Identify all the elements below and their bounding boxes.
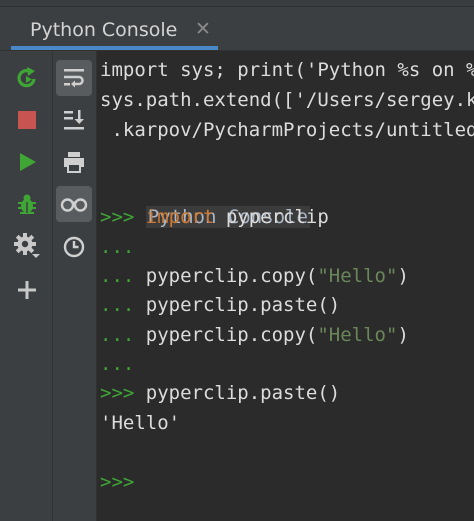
console-line: >>> pyperclip.paste() [100, 379, 340, 408]
history-icon [63, 236, 85, 258]
code: pyperclip.paste() [134, 382, 341, 404]
tab-bar: Python Console ✕ [0, 0, 474, 51]
console-output[interactable]: import sys; print('Python %s on %s' % (s… [97, 51, 474, 521]
settings-icon [14, 233, 40, 258]
soft-wrap-icon [64, 69, 84, 88]
scroll-to-end-icon [64, 110, 84, 130]
code: pyperclip.paste() [134, 294, 341, 316]
console-line: ... pyperclip.copy("Hello") [100, 262, 409, 291]
continuation-prompt: ... [100, 236, 135, 258]
tab-label: Python Console [30, 19, 178, 41]
console-line: ... pyperclip.copy("Hello") [100, 321, 409, 350]
console-line: ... [100, 350, 134, 379]
console-input-line[interactable]: >>> [100, 468, 134, 497]
startup-line: .karpov/PycharmProjects/untitled [100, 119, 474, 141]
console-line: ... pyperclip.paste() [100, 291, 340, 320]
close-icon[interactable]: ✕ [195, 18, 211, 40]
show-variables-button[interactable] [56, 186, 92, 222]
show-variables-icon [60, 198, 88, 212]
main-prompt: >>> [100, 206, 135, 228]
main-prompt: >>> [100, 471, 135, 493]
run-icon [20, 153, 36, 171]
continuation-prompt: ... [100, 324, 135, 346]
tab-python-console[interactable]: Python Console ✕ [11, 10, 218, 50]
toolbar-divider [52, 51, 53, 521]
debug-icon [18, 194, 36, 214]
history-button[interactable] [56, 229, 92, 265]
rerun-button[interactable] [9, 60, 45, 96]
console-label-line: Python Console [100, 174, 310, 228]
continuation-prompt: ... [100, 294, 135, 316]
settings-button[interactable] [9, 228, 45, 264]
string-literal: "Hello" [317, 265, 398, 287]
string-literal: "Hello" [317, 324, 398, 346]
code: pyperclip.copy( [134, 324, 318, 346]
continuation-prompt: ... [100, 353, 135, 375]
active-tab-indicator [11, 46, 218, 50]
code: ) [397, 265, 409, 287]
main-prompt: >>> [100, 382, 135, 404]
code: pyperclip.copy( [134, 265, 318, 287]
stop-button[interactable] [9, 102, 45, 138]
stop-icon [18, 111, 36, 129]
print-button[interactable] [56, 144, 92, 180]
scroll-to-end-button[interactable] [56, 102, 92, 138]
keyword: import [145, 206, 215, 228]
continuation-prompt: ... [100, 265, 135, 287]
rerun-icon [17, 67, 36, 88]
console-line: >>> import pyperclip [100, 203, 329, 232]
debug-button[interactable] [9, 186, 45, 222]
startup-line: sys.path.extend(['/Users/sergey.karpov/P… [100, 89, 474, 111]
tab-bar-top-strip [0, 0, 474, 7]
print-icon [64, 152, 84, 173]
startup-line: import sys; print('Python %s on %s' % (s… [100, 59, 474, 81]
add-icon [18, 281, 36, 299]
soft-wrap-button[interactable] [56, 60, 92, 96]
run-button[interactable] [9, 144, 45, 180]
code: pyperclip [214, 206, 329, 228]
console-output-value: 'Hello' [100, 412, 181, 434]
code: ) [397, 324, 409, 346]
add-console-button[interactable] [9, 272, 45, 308]
console-line: ... [100, 233, 134, 262]
